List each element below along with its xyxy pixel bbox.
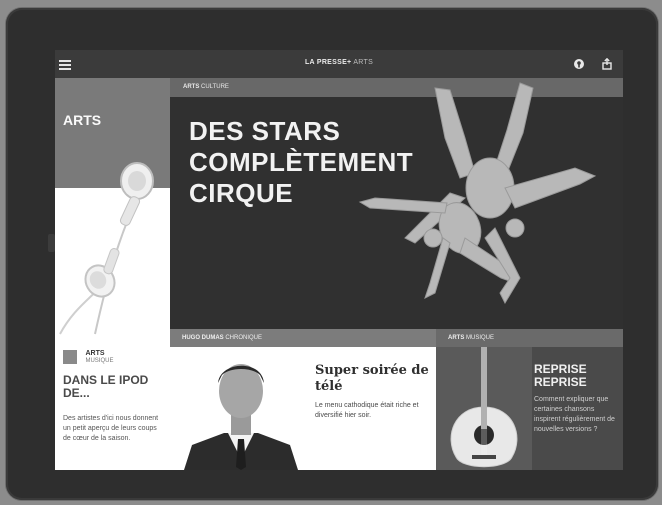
ipod-article-card[interactable]: ARTS ARTS MUSIQUE DANS LE IPOD DE... Des… (55, 78, 170, 470)
hero-tag-section: ARTS (183, 84, 200, 90)
chronicle-card[interactable]: HUGO DUMAS CHRONIQUE Super soirée de tél… (170, 329, 448, 470)
card-tag-subsection: MUSIQUE (466, 335, 495, 341)
article-summary: Des artistes d'ici nous donnent un petit… (63, 415, 159, 442)
card-tag-subsection: CHRONIQUE (225, 335, 263, 341)
earbuds-image (59, 162, 154, 335)
card-tag: HUGO DUMAS CHRONIQUE (170, 329, 448, 347)
brand-section: ARTS (353, 59, 374, 66)
music-card[interactable]: ARTS MUSIQUE REPRISE REPRISE Comment exp… (436, 329, 623, 470)
card-tag-section: ARTS (448, 335, 465, 341)
card-summary: Comment expliquer que certaines chansons… (534, 396, 615, 433)
card-summary: Le menu cathodique était riche et divers… (315, 402, 419, 419)
hero-tag-subsection: CULTURE (201, 84, 229, 90)
card-title[interactable]: Super soirée de télé (315, 363, 430, 395)
brand-title: LA PRESSE+ ARTS (55, 59, 623, 66)
tag-square (63, 350, 77, 364)
section-title: ARTS (63, 112, 102, 128)
guitar-image (436, 347, 532, 470)
tag-section: ARTS (85, 350, 105, 357)
author-portrait (174, 347, 308, 470)
brand-name: LA PRESSE+ (304, 59, 352, 66)
card-tag-author: HUGO DUMAS (182, 335, 224, 341)
app-screen: LA PRESSE+ ARTS ARTS ARTS MUSIQUE DANS L… (55, 50, 623, 470)
home-button[interactable] (48, 234, 55, 252)
tag-subsection: MUSIQUE (85, 358, 114, 364)
article-title[interactable]: DANS LE IPOD DE... (63, 374, 163, 400)
settings-icon[interactable] (573, 58, 585, 70)
hero-headline[interactable]: DES STARS COMPLÈTEMENT CIRQUE (189, 116, 489, 209)
share-icon[interactable] (601, 57, 613, 70)
article-tag: ARTS MUSIQUE (63, 350, 113, 368)
top-bar: LA PRESSE+ ARTS (55, 50, 623, 78)
hero-article[interactable]: ARTS CULTURE DES STARS COMPLÈTEMENT CIRQ… (170, 78, 623, 329)
card-title[interactable]: REPRISE REPRISE (534, 363, 619, 389)
card-tag: ARTS MUSIQUE (436, 329, 623, 347)
